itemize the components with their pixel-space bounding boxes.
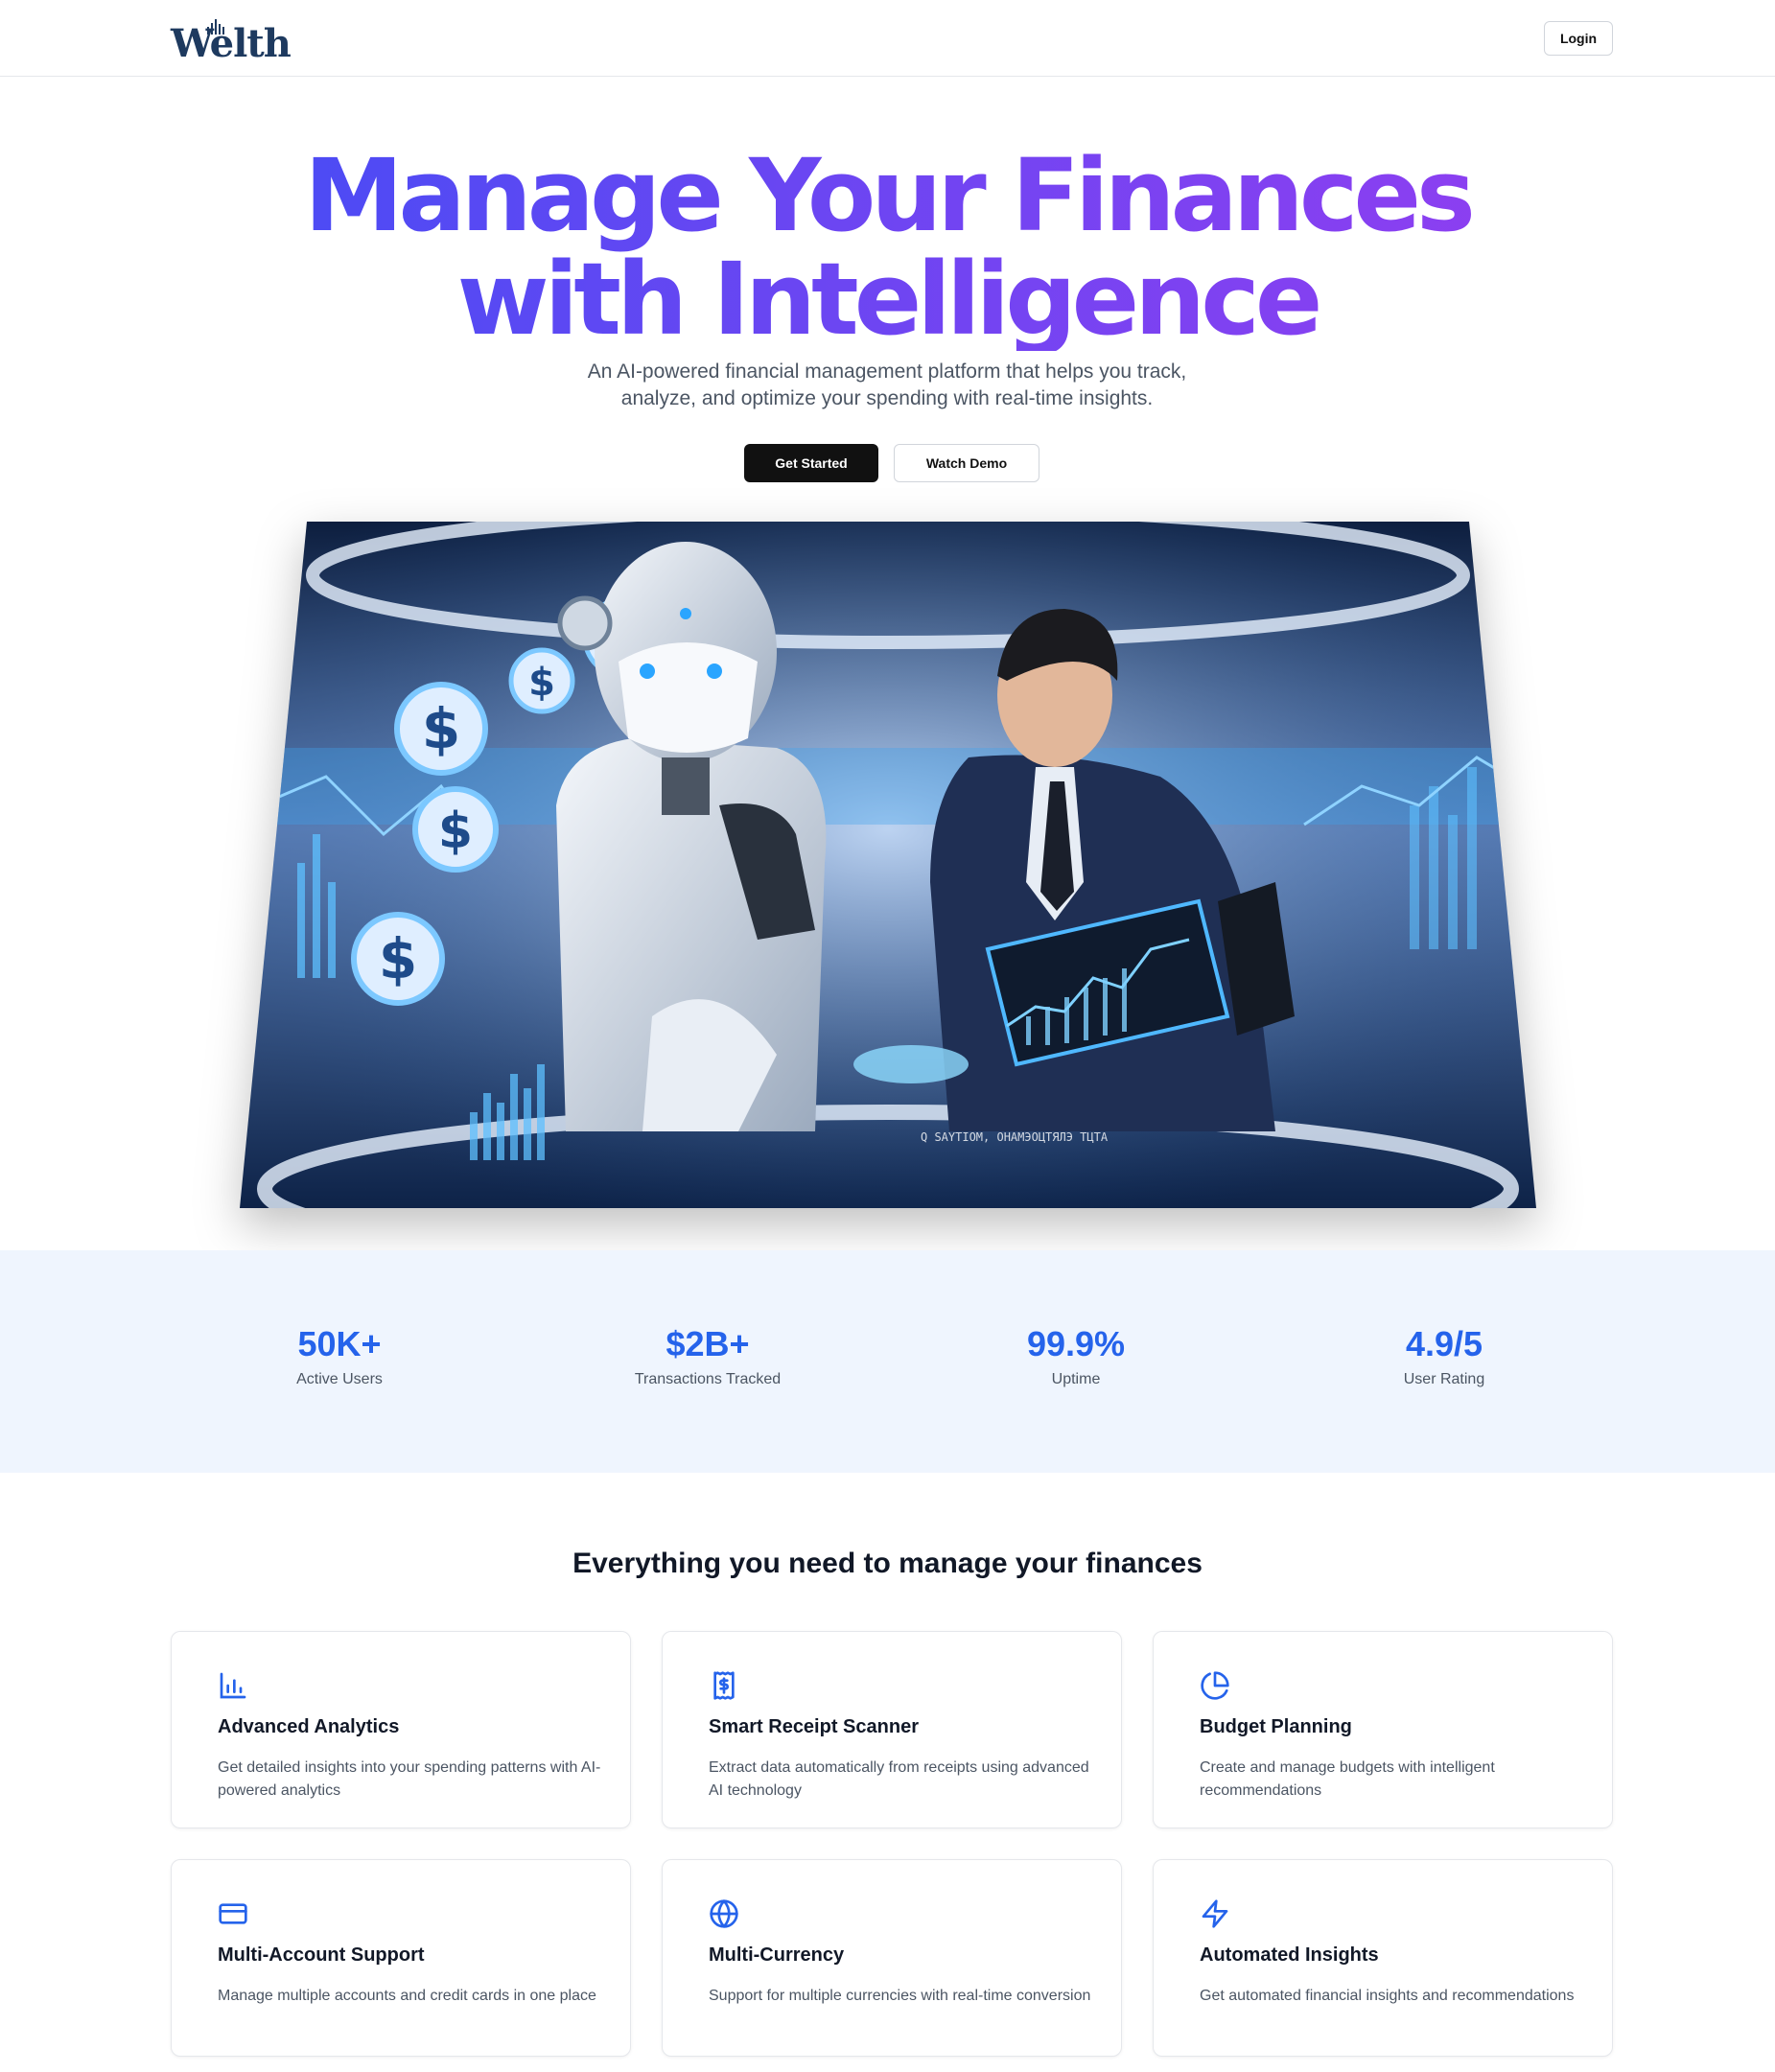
zap-icon — [1202, 1899, 1228, 1928]
feature-card-budget-planning: Budget Planning Create and manage budget… — [1153, 1631, 1613, 1828]
feature-description: Manage multiple accounts and credit card… — [218, 1988, 596, 2004]
stat-label: Uptime — [1051, 1371, 1101, 1387]
receipt-icon — [713, 1671, 735, 1700]
stat-value: 50K+ — [297, 1324, 382, 1363]
svg-text:$: $ — [379, 926, 417, 991]
feature-title: Multi-Account Support — [218, 1944, 425, 1966]
site-header: Welth Login — [0, 0, 1775, 77]
hero-title-line-1: Manage Your Finances — [304, 137, 1471, 254]
bar-chart-icon — [220, 1672, 246, 1699]
robot-and-businessman-illustration: $ $ $ $ $ — [240, 522, 1536, 1208]
hero-title-line-2: with Intelligence — [456, 241, 1319, 358]
stats-section: 50K+ Active Users $2B+ Transactions Trac… — [0, 1250, 1775, 1473]
stat-value: $2B+ — [666, 1324, 750, 1363]
stat-user-rating: 4.9/5 User Rating — [1262, 1323, 1626, 1388]
hero-title: Manage Your Finances with Intelligence — [0, 144, 1775, 351]
feature-card-advanced-analytics: Advanced Analytics Get detailed insights… — [171, 1631, 631, 1828]
feature-title: Multi-Currency — [709, 1944, 845, 1966]
login-button[interactable]: Login — [1544, 21, 1613, 56]
stat-active-users: 50K+ Active Users — [157, 1323, 522, 1388]
hero-subtitle: An AI-powered financial management platf… — [551, 359, 1223, 412]
pie-chart-icon — [1201, 1671, 1229, 1700]
svg-text:$: $ — [438, 803, 473, 860]
stat-label: Active Users — [296, 1371, 383, 1387]
feature-card-multi-currency: Multi-Currency Support for multiple curr… — [662, 1859, 1122, 2057]
feature-description: Get detailed insights into your spending… — [218, 1759, 601, 1799]
feature-card-smart-receipt-scanner: Smart Receipt Scanner Extract data autom… — [662, 1631, 1122, 1828]
stat-label: Transactions Tracked — [634, 1371, 782, 1387]
logo-bars-icon — [207, 19, 224, 35]
logo[interactable]: Welth — [171, 13, 292, 66]
credit-card-icon — [219, 1903, 247, 1924]
stat-value: 99.9% — [1026, 1324, 1126, 1363]
hero-subtitle-line-1: An AI-powered financial management platf… — [587, 361, 1187, 383]
watch-demo-button[interactable]: Watch Demo — [894, 444, 1039, 482]
svg-text:$: $ — [422, 696, 460, 761]
hero-subtitle-line-2: analyze, and optimize your spending with… — [620, 387, 1154, 409]
feature-title: Automated Insights — [1200, 1944, 1379, 1966]
feature-description: Create and manage budgets with intellige… — [1200, 1759, 1495, 1799]
feature-description: Get automated financial insights and rec… — [1200, 1988, 1575, 2004]
feature-title: Advanced Analytics — [218, 1716, 400, 1737]
feature-description: Support for multiple currencies with rea… — [709, 1988, 1091, 2004]
stat-uptime: 99.9% Uptime — [894, 1323, 1258, 1388]
hero-image: $ $ $ $ $ — [240, 518, 1536, 1210]
stat-value: 4.9/5 — [1405, 1324, 1483, 1363]
svg-text:$: $ — [528, 661, 555, 705]
globe-icon — [710, 1899, 738, 1928]
feature-card-multi-account-support: Multi-Account Support Manage multiple ac… — [171, 1859, 631, 2057]
feature-card-automated-insights: Automated Insights Get automated financi… — [1153, 1859, 1613, 2057]
logo-text: Welth — [171, 21, 292, 66]
features-title: Everything you need to manage your finan… — [572, 1548, 1203, 1579]
stat-transactions-tracked: $2B+ Transactions Tracked — [525, 1323, 890, 1388]
stat-label: User Rating — [1403, 1371, 1485, 1387]
hero-image-caption: Q SAYTIOM, ОНАМЭОЦТЯЛЭ ТЦТА — [921, 1130, 1109, 1144]
feature-title: Budget Planning — [1200, 1716, 1352, 1737]
feature-description: Extract data automatically from receipts… — [709, 1759, 1089, 1799]
feature-title: Smart Receipt Scanner — [709, 1716, 919, 1737]
get-started-button[interactable]: Get Started — [744, 444, 878, 482]
